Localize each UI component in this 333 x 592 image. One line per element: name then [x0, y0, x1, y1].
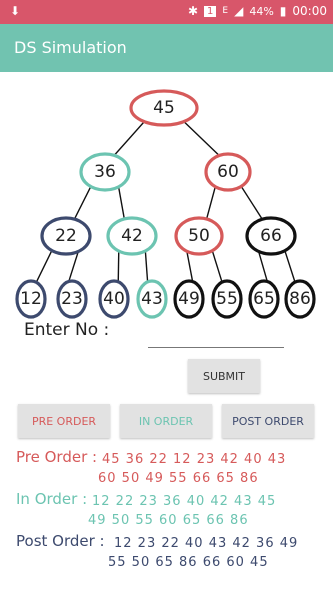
tree-node-value: 65 [253, 289, 275, 309]
tree-node-value: 60 [217, 162, 239, 182]
in-order-button[interactable]: IN ORDER [120, 404, 212, 438]
in-order-label: In Order : [16, 490, 88, 508]
tree-edge [181, 119, 222, 159]
tree-node-value: 45 [153, 98, 175, 118]
tree-edge [205, 184, 217, 222]
tree-edge [117, 184, 126, 222]
tree-edge [72, 184, 93, 222]
post-order-line-2: 55 50 65 86 66 60 45 [108, 555, 269, 570]
binary-tree: 45 36 60 22 42 50 66 12 23 40 43 49 55 65 86 [15, 89, 316, 319]
tree-node-value: 36 [94, 162, 116, 182]
status-bar: ⬇ ✱ 1 E ◢ 44% ▮ 00:00 [0, 0, 333, 24]
battery-percent: 44% [249, 4, 274, 18]
post-order-line-1: 12 23 22 40 43 42 36 49 [114, 536, 299, 551]
app-title: DS Simulation [14, 38, 127, 57]
tree-node-66: 66 [245, 216, 297, 256]
tree-node-12: 12 [15, 279, 47, 319]
tree-node-value: 66 [260, 226, 282, 246]
tree-edge [283, 248, 297, 285]
tree-node-55: 55 [211, 279, 243, 319]
tree-node-value: 86 [289, 289, 311, 309]
tree-node-value: 42 [121, 226, 143, 246]
tree-node-22: 22 [40, 216, 92, 256]
enter-number-label: Enter No : [24, 320, 110, 340]
tree-node-43: 43 [136, 279, 168, 319]
tree-node-60: 60 [204, 152, 252, 192]
pre-order-line-1: 45 36 22 12 23 42 40 43 [102, 452, 287, 467]
tree-node-45: 45 [129, 89, 199, 127]
post-order-button[interactable]: POST ORDER [222, 404, 314, 438]
tree-edge [144, 248, 149, 285]
pre-order-button[interactable]: PRE ORDER [18, 404, 110, 438]
clock: 00:00 [292, 4, 327, 18]
post-order-label: Post Order : [16, 532, 105, 550]
tree-node-value: 43 [141, 289, 163, 309]
app-bar: DS Simulation [0, 24, 333, 72]
sim-badge: 1 [204, 5, 217, 17]
status-icons: ✱ 1 E ◢ 44% ▮ 00:00 [188, 4, 327, 18]
tree-node-65: 65 [248, 279, 280, 319]
number-input[interactable] [148, 324, 288, 348]
tree-edge [239, 184, 265, 222]
tree-node-value: 12 [20, 289, 42, 309]
signal-icon: ◢ [234, 4, 244, 18]
tree-node-value: 49 [178, 289, 200, 309]
tree-node-value: 22 [55, 226, 77, 246]
submit-button[interactable]: SUBMIT [188, 359, 260, 393]
download-icon: ⬇ [10, 4, 21, 18]
pre-order-label: Pre Order : [16, 448, 98, 466]
tree-node-value: 40 [103, 289, 125, 309]
pre-order-line-2: 60 50 49 55 66 65 86 [98, 471, 259, 486]
in-order-line-2: 49 50 55 60 65 66 86 [88, 513, 249, 528]
tree-node-42: 42 [106, 216, 158, 256]
bluetooth-icon: ✱ [187, 4, 199, 18]
tree-node-40: 40 [98, 279, 130, 319]
tree-node-23: 23 [56, 279, 88, 319]
tree-node-value: 23 [61, 289, 83, 309]
tree-node-50: 50 [174, 216, 224, 256]
tree-edge [210, 248, 224, 285]
tree-node-value: 50 [188, 226, 210, 246]
tree-edge [34, 248, 54, 285]
tree-edge [117, 248, 120, 285]
in-order-line-1: 12 22 23 36 40 42 43 45 [92, 494, 277, 509]
tree-edge [111, 119, 147, 159]
tree-node-49: 49 [173, 279, 205, 319]
battery-icon: ▮ [279, 4, 287, 18]
tree-node-36: 36 [79, 152, 131, 192]
tree-node-86: 86 [284, 279, 316, 319]
tree-node-value: 55 [216, 289, 238, 309]
network-indicator: E [222, 6, 229, 16]
